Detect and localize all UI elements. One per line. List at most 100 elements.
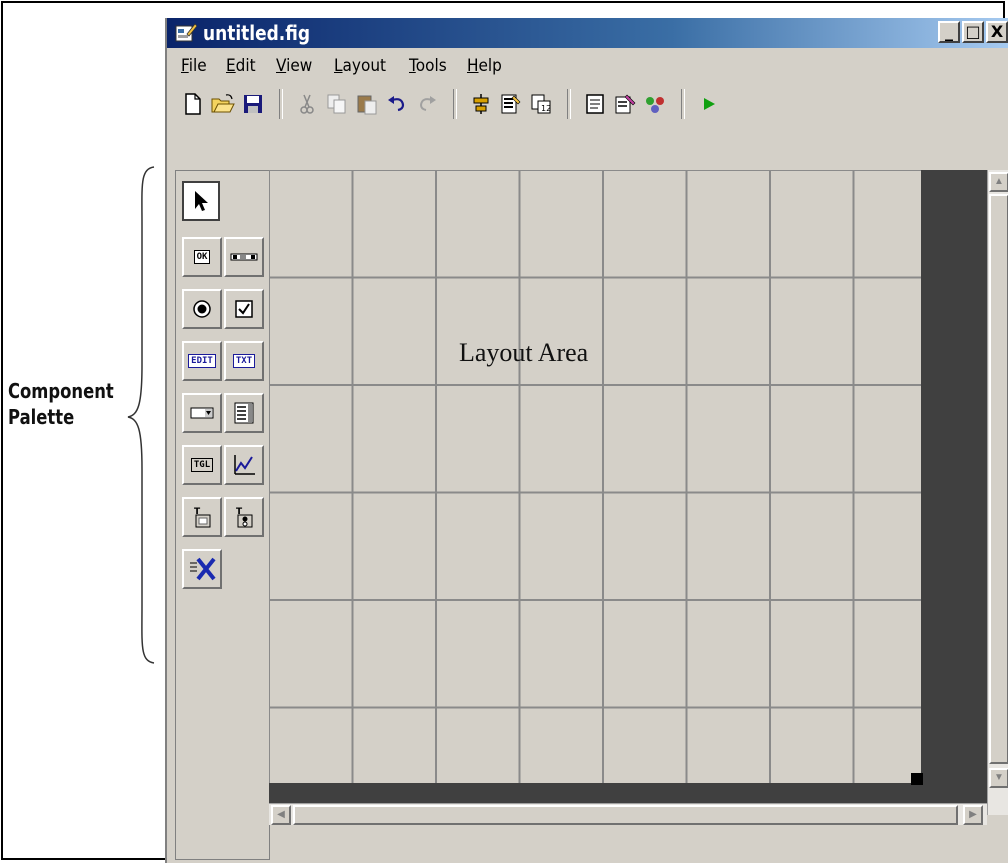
property-inspector-icon xyxy=(615,94,636,114)
menu-editor-button[interactable] xyxy=(497,90,525,118)
menu-view[interactable]: View xyxy=(276,56,312,76)
menu-layout-mnemonic: L xyxy=(333,56,343,76)
popup-menu-tool[interactable] xyxy=(182,393,222,433)
undo-button[interactable] xyxy=(383,90,411,118)
copy-button[interactable] xyxy=(323,90,351,118)
scroll-up-button[interactable]: ▲ xyxy=(989,172,1008,192)
toolbar-separator xyxy=(453,89,457,119)
menu-view-label: iew xyxy=(286,56,313,76)
push-button-tool[interactable]: OK xyxy=(182,237,222,277)
redo-icon xyxy=(419,96,436,111)
horizontal-scroll-thumb[interactable] xyxy=(293,805,958,825)
new-icon xyxy=(185,93,201,115)
close-button[interactable]: X xyxy=(986,21,1008,43)
window-title: untitled.fig xyxy=(203,21,311,45)
panel-tool[interactable]: T xyxy=(182,497,222,537)
select-tool-button[interactable] xyxy=(182,181,220,221)
static-text-badge: TXT xyxy=(232,354,256,368)
run-button[interactable] xyxy=(695,90,723,118)
redo-button[interactable] xyxy=(413,90,441,118)
menu-help-label: elp xyxy=(478,56,503,76)
static-text-tool[interactable]: TXT xyxy=(224,341,264,381)
paste-icon xyxy=(357,95,377,115)
title-bar[interactable]: untitled.fig _ □ X xyxy=(167,18,1008,48)
window-controls: _ □ X xyxy=(938,21,1008,43)
undo-icon xyxy=(388,96,405,112)
run-icon xyxy=(704,98,715,110)
curly-brace-icon xyxy=(127,166,155,664)
menu-help[interactable]: Help xyxy=(467,56,502,76)
button-group-tool[interactable]: T xyxy=(224,497,264,537)
menu-bar: File Edit View Layout Tools Help xyxy=(167,48,1008,84)
menu-help-mnemonic: H xyxy=(467,56,479,76)
new-button[interactable] xyxy=(179,90,207,118)
menu-file[interactable]: File xyxy=(181,56,207,76)
menu-layout-label: ayout xyxy=(342,56,386,76)
menu-edit-label: dit xyxy=(236,56,257,76)
panel-icon: T xyxy=(194,507,211,528)
toolbar-separator xyxy=(279,89,283,119)
button-group-icon: T xyxy=(236,507,253,528)
activex-icon xyxy=(190,557,216,581)
figure-app-icon xyxy=(175,23,197,42)
minimize-button[interactable]: _ xyxy=(938,21,960,43)
annotation-line-1: Component xyxy=(8,379,114,403)
layout-grid[interactable]: Layout Area xyxy=(269,170,923,785)
maximize-button[interactable]: □ xyxy=(962,21,984,43)
guide-window: untitled.fig _ □ X File Edit View Layout… xyxy=(165,18,1008,863)
menu-tools-label: ools xyxy=(415,56,447,76)
activex-control-tool[interactable] xyxy=(182,549,222,589)
scroll-left-button[interactable]: ◀ xyxy=(271,805,291,825)
paste-button[interactable] xyxy=(353,90,381,118)
layout-area-label: Layout Area xyxy=(459,338,589,367)
axes-tool[interactable] xyxy=(224,445,264,485)
scroll-down-button[interactable]: ▼ xyxy=(989,768,1008,788)
property-inspector-button[interactable] xyxy=(611,90,639,118)
toggle-button-badge: TGL xyxy=(190,458,214,472)
tab-order-icon: 12 xyxy=(531,94,551,114)
cut-icon xyxy=(300,94,314,114)
menu-file-mnemonic: F xyxy=(181,56,189,76)
radio-button-tool[interactable] xyxy=(182,289,222,329)
checkbox-icon xyxy=(235,300,253,318)
vertical-scroll-thumb[interactable] xyxy=(989,194,1008,764)
align-objects-button[interactable] xyxy=(467,90,495,118)
m-file-editor-icon xyxy=(586,94,604,114)
scroll-right-button[interactable]: ▶ xyxy=(963,805,983,825)
open-folder-icon xyxy=(211,94,235,113)
menu-edit[interactable]: Edit xyxy=(226,56,256,76)
resize-handle[interactable] xyxy=(911,773,923,785)
listbox-tool[interactable] xyxy=(224,393,264,433)
horizontal-scrollbar[interactable]: ◀ ▶ xyxy=(269,803,987,825)
object-browser-icon xyxy=(646,97,664,113)
popup-menu-icon xyxy=(190,407,214,419)
layout-area-container: Layout Area xyxy=(269,170,989,803)
object-browser-button[interactable] xyxy=(641,90,669,118)
menu-tools[interactable]: Tools xyxy=(409,56,447,76)
menu-layout[interactable]: Layout xyxy=(334,56,386,76)
push-button-badge: OK xyxy=(193,250,211,264)
save-icon xyxy=(244,95,262,113)
arrow-pointer-icon xyxy=(195,191,208,211)
checkbox-tool[interactable] xyxy=(224,289,264,329)
radio-button-icon xyxy=(193,300,211,318)
toolbar-separator xyxy=(681,89,685,119)
toggle-button-tool[interactable]: TGL xyxy=(182,445,222,485)
m-file-editor-button[interactable] xyxy=(581,90,609,118)
copy-icon xyxy=(327,94,346,114)
cut-button[interactable] xyxy=(293,90,321,118)
open-button[interactable] xyxy=(209,90,237,118)
slider-tool[interactable] xyxy=(224,237,264,277)
toolbar: 12 xyxy=(167,84,1008,124)
menu-tools-mnemonic: T xyxy=(408,56,416,76)
save-button[interactable] xyxy=(239,90,267,118)
menu-edit-mnemonic: E xyxy=(226,56,237,76)
edit-text-badge: EDIT xyxy=(188,354,216,368)
vertical-scrollbar[interactable]: ▲ ▼ xyxy=(987,170,1008,815)
align-icon xyxy=(473,94,489,114)
menu-file-label: ile xyxy=(188,56,207,76)
component-palette-annotation: Component Palette xyxy=(8,378,114,430)
tab-order-button[interactable]: 12 xyxy=(527,90,555,118)
svg-text:12: 12 xyxy=(541,104,551,113)
edit-text-tool[interactable]: EDIT xyxy=(182,341,222,381)
